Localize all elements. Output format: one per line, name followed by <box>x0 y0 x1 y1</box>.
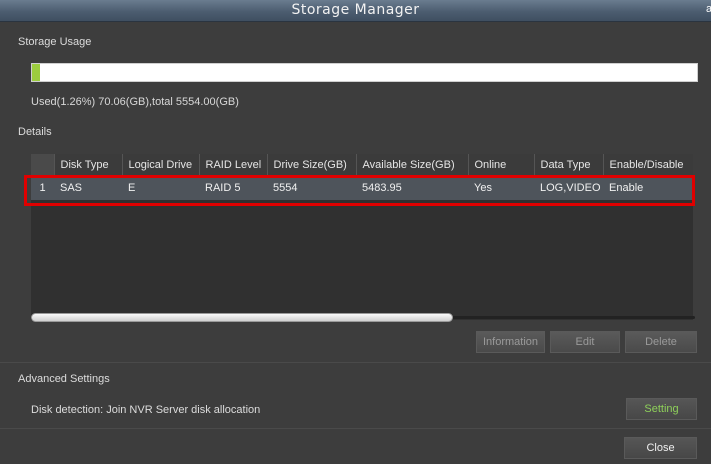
column-header-logical-drive[interactable]: Logical Drive <box>121 154 199 176</box>
cell-logical-drive: E <box>122 176 199 200</box>
footer-divider <box>0 428 711 429</box>
storage-usage-fill <box>32 64 41 81</box>
cell-index: 1 <box>31 176 54 200</box>
cell-available-size: 5483.95 <box>356 176 468 200</box>
column-header-disk-type[interactable]: Disk Type <box>53 154 122 176</box>
close-button[interactable]: Close <box>624 437 697 459</box>
storage-usage-summary: Used(1.26%) 70.06(GB),total 5554.00(GB) <box>31 96 239 108</box>
table-header-row: Disk Type Logical Drive RAID Level Drive… <box>31 154 693 176</box>
cell-raid-level: RAID 5 <box>199 176 267 200</box>
cell-drive-size: 5554 <box>267 176 356 200</box>
cell-data-type: LOG,VIDEO <box>534 176 603 200</box>
cell-disk-type: SAS <box>54 176 122 200</box>
column-header-index[interactable] <box>31 154 54 176</box>
advanced-settings-label: Advanced Settings <box>18 373 110 385</box>
cell-online: Yes <box>468 176 534 200</box>
scrollbar-thumb[interactable] <box>31 313 453 322</box>
cell-enable-disable: Enable <box>603 176 693 200</box>
title-bar: Storage Manager a <box>0 0 711 22</box>
window-title: Storage Manager <box>291 2 420 18</box>
column-header-data-type[interactable]: Data Type <box>533 154 603 176</box>
setting-button[interactable]: Setting <box>626 398 697 420</box>
edit-button[interactable]: Edit <box>550 331 620 353</box>
storage-usage-bar <box>31 63 698 82</box>
details-label: Details <box>18 126 52 138</box>
details-table-panel: Disk Type Logical Drive RAID Level Drive… <box>31 154 693 320</box>
horizontal-scrollbar[interactable] <box>31 313 695 322</box>
column-header-drive-size[interactable]: Drive Size(GB) <box>266 154 356 176</box>
column-header-enable-disable[interactable]: Enable/Disable <box>602 154 693 176</box>
delete-button[interactable]: Delete <box>625 331 697 353</box>
disk-detection-text: Disk detection: Join NVR Server disk all… <box>31 404 261 416</box>
column-header-raid-level[interactable]: RAID Level <box>198 154 267 176</box>
title-corner-glyph: a <box>706 3 711 15</box>
details-table: Disk Type Logical Drive RAID Level Drive… <box>31 154 693 200</box>
column-header-available-size[interactable]: Available Size(GB) <box>355 154 468 176</box>
table-row[interactable]: 1 SAS E RAID 5 5554 5483.95 Yes LOG,VIDE… <box>31 176 693 200</box>
section-divider <box>0 362 711 363</box>
column-header-online[interactable]: Online <box>467 154 534 176</box>
information-button[interactable]: Information <box>476 331 545 353</box>
storage-usage-label: Storage Usage <box>18 36 92 48</box>
